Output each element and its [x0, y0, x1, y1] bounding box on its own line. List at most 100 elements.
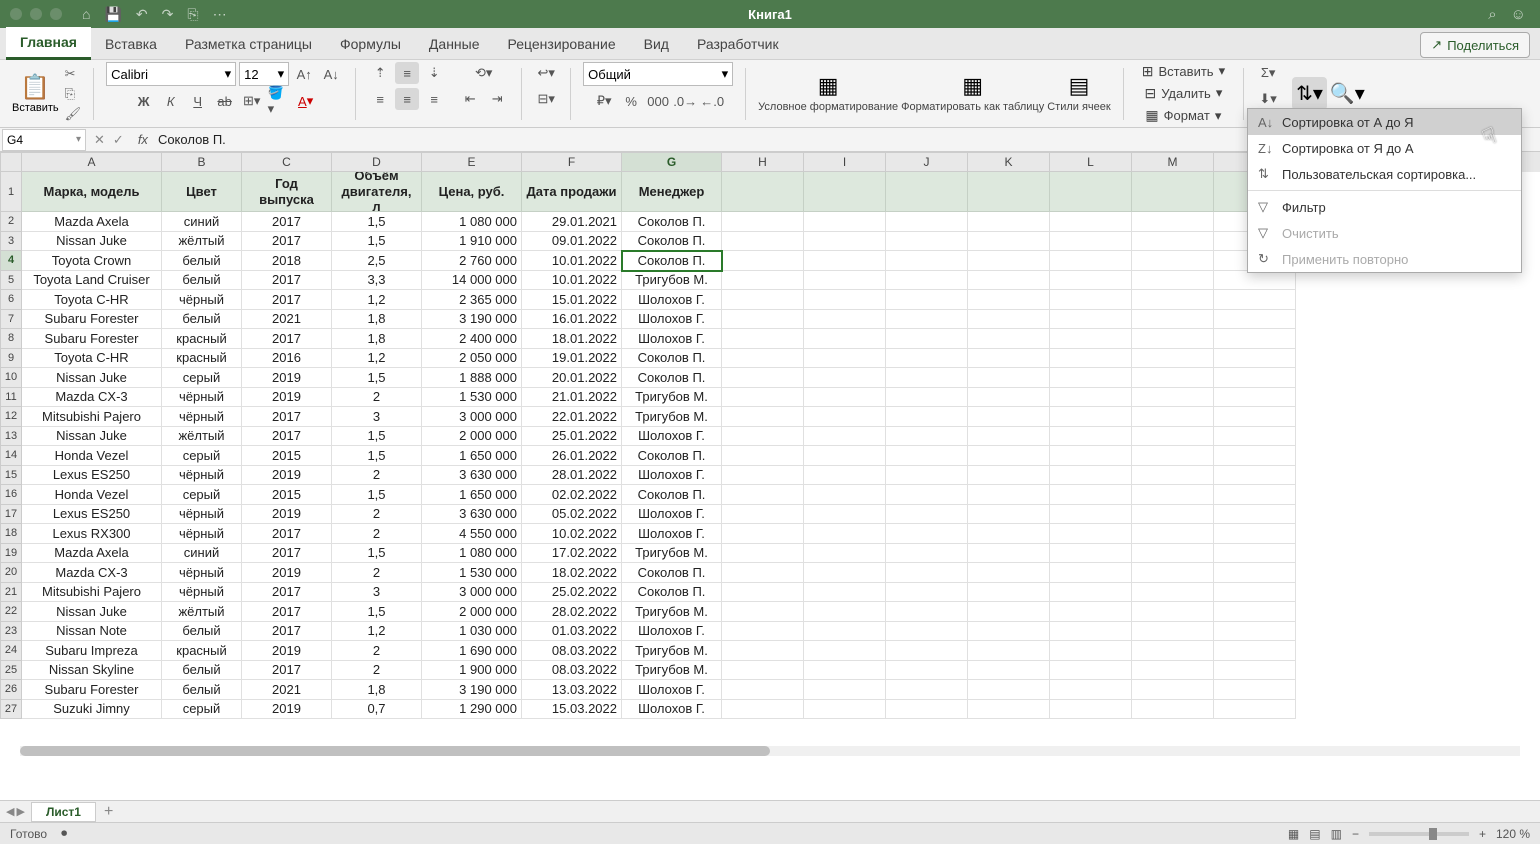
increase-font-icon[interactable]: A↑	[292, 63, 316, 85]
cell[interactable]: Тригубов М.	[622, 641, 722, 661]
cell[interactable]	[722, 680, 804, 700]
cell[interactable]	[886, 251, 968, 271]
row-header[interactable]: 15	[0, 466, 22, 486]
cell[interactable]: 05.02.2022	[522, 505, 622, 525]
cell[interactable]: 1 900 000	[422, 661, 522, 681]
cell[interactable]: 18.02.2022	[522, 563, 622, 583]
cell[interactable]	[1214, 368, 1296, 388]
col-header[interactable]: I	[804, 152, 886, 172]
cell[interactable]: 13.03.2022	[522, 680, 622, 700]
cell[interactable]: 22.01.2022	[522, 407, 622, 427]
cell[interactable]: 1,8	[332, 680, 422, 700]
cell[interactable]	[1132, 505, 1214, 525]
cell[interactable]: Lexus ES250	[22, 466, 162, 486]
cell[interactable]: 2017	[242, 290, 332, 310]
cell[interactable]: Mazda Axela	[22, 544, 162, 564]
cell[interactable]	[1132, 563, 1214, 583]
increase-decimal-icon[interactable]: .0→	[673, 90, 697, 112]
cell[interactable]: 2017	[242, 329, 332, 349]
col-header[interactable]: G	[622, 152, 722, 172]
cell[interactable]	[1132, 290, 1214, 310]
cell[interactable]	[1132, 329, 1214, 349]
cell[interactable]	[968, 505, 1050, 525]
border-button[interactable]: ⊞▾	[240, 90, 264, 112]
cell[interactable]: 1 030 000	[422, 622, 522, 642]
cell[interactable]: Toyota Land Cruiser	[22, 271, 162, 291]
cell[interactable]: 1 888 000	[422, 368, 522, 388]
tab-review[interactable]: Рецензирование	[494, 29, 630, 59]
cell[interactable]	[968, 388, 1050, 408]
cell[interactable]: Toyota C-HR	[22, 290, 162, 310]
cell[interactable]: 2017	[242, 407, 332, 427]
fx-icon[interactable]: fx	[132, 132, 154, 147]
cell[interactable]: Nissan Note	[22, 622, 162, 642]
font-color-button[interactable]: A▾	[294, 90, 318, 112]
cell[interactable]	[1214, 485, 1296, 505]
cell[interactable]	[722, 368, 804, 388]
cell[interactable]	[968, 446, 1050, 466]
row-header[interactable]: 17	[0, 505, 22, 525]
cell[interactable]	[886, 172, 968, 212]
cell[interactable]: 3 000 000	[422, 407, 522, 427]
tab-home[interactable]: Главная	[6, 27, 91, 60]
row-header[interactable]: 19	[0, 544, 22, 564]
cell[interactable]	[804, 563, 886, 583]
cell[interactable]	[1214, 290, 1296, 310]
cell[interactable]: синий	[162, 212, 242, 232]
cell[interactable]	[968, 524, 1050, 544]
cell[interactable]: Mazda CX-3	[22, 388, 162, 408]
cell[interactable]: 14 000 000	[422, 271, 522, 291]
cell[interactable]: Соколов П.	[622, 583, 722, 603]
cell[interactable]	[804, 485, 886, 505]
cell[interactable]	[1050, 172, 1132, 212]
cell[interactable]	[1132, 427, 1214, 447]
row-header[interactable]: 14	[0, 446, 22, 466]
cell[interactable]	[886, 466, 968, 486]
cell[interactable]	[722, 427, 804, 447]
cell[interactable]	[968, 407, 1050, 427]
cell[interactable]: Шолохов Г.	[622, 310, 722, 330]
cell[interactable]: 1,8	[332, 329, 422, 349]
cell[interactable]	[886, 407, 968, 427]
paste-button[interactable]: 📋 Вставить	[12, 73, 59, 114]
cell[interactable]	[804, 368, 886, 388]
copy-icon[interactable]: ⎘	[65, 86, 82, 102]
cell[interactable]: 1,5	[332, 602, 422, 622]
cell[interactable]: белый	[162, 661, 242, 681]
cell[interactable]	[886, 563, 968, 583]
cell[interactable]	[1050, 349, 1132, 369]
cell[interactable]	[968, 680, 1050, 700]
cell[interactable]	[1050, 563, 1132, 583]
cell[interactable]: 1,2	[332, 622, 422, 642]
cell[interactable]	[1050, 310, 1132, 330]
bold-button[interactable]: Ж	[132, 90, 156, 112]
cell[interactable]: 08.03.2022	[522, 641, 622, 661]
cell[interactable]: 15.01.2022	[522, 290, 622, 310]
tab-developer[interactable]: Разработчик	[683, 29, 793, 59]
cell[interactable]: 2015	[242, 485, 332, 505]
comma-icon[interactable]: 000	[646, 90, 670, 112]
row-header[interactable]: 11	[0, 388, 22, 408]
row-header[interactable]: 9	[0, 349, 22, 369]
cell[interactable]	[1214, 524, 1296, 544]
cell[interactable]	[1050, 505, 1132, 525]
cell[interactable]: 2017	[242, 661, 332, 681]
select-all-corner[interactable]	[0, 152, 22, 172]
cell[interactable]	[1214, 680, 1296, 700]
cell[interactable]: Тригубов М.	[622, 388, 722, 408]
table-header[interactable]: Дата продажи	[522, 172, 622, 212]
cell[interactable]	[804, 349, 886, 369]
cell[interactable]: 1,5	[332, 446, 422, 466]
cell[interactable]: Тригубов М.	[622, 407, 722, 427]
cell[interactable]	[1214, 505, 1296, 525]
tab-data[interactable]: Данные	[415, 29, 494, 59]
cancel-icon[interactable]: ✕	[94, 132, 105, 148]
cell[interactable]	[968, 368, 1050, 388]
cell[interactable]: чёрный	[162, 407, 242, 427]
share-button[interactable]: ↗ Поделиться	[1420, 32, 1530, 58]
cell[interactable]: 2019	[242, 388, 332, 408]
cell[interactable]	[1214, 271, 1296, 291]
cell[interactable]: Mazda CX-3	[22, 563, 162, 583]
cell[interactable]	[1050, 212, 1132, 232]
underline-button[interactable]: Ч	[186, 90, 210, 112]
